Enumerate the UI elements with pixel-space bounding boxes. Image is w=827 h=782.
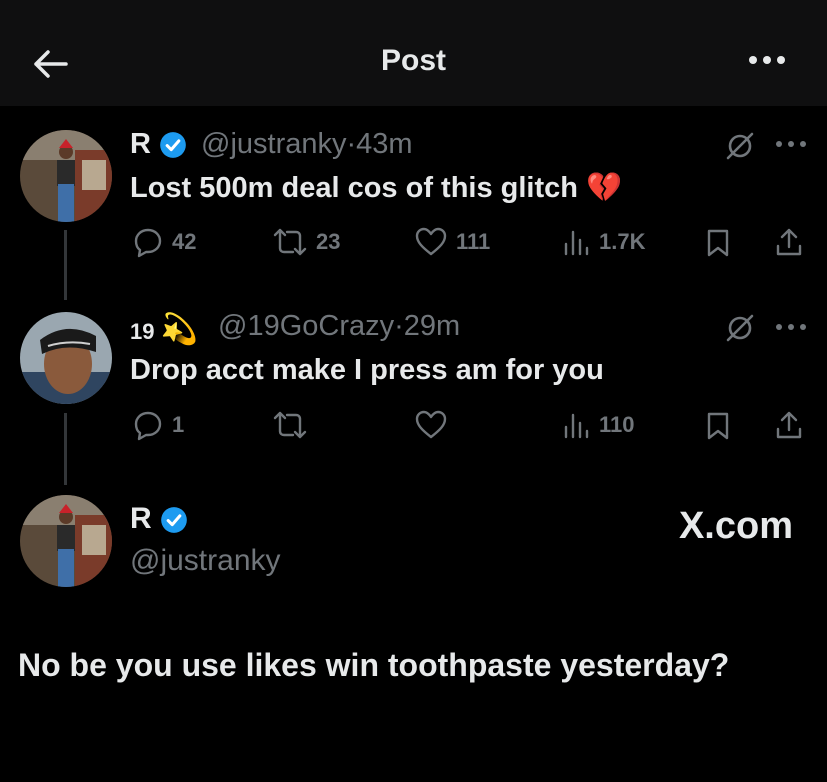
heart-icon <box>415 410 447 439</box>
grok-icon[interactable] <box>724 130 756 167</box>
reply-icon <box>134 228 162 258</box>
avatar[interactable] <box>20 495 112 587</box>
repost-count: 23 <box>316 229 341 254</box>
avatar[interactable] <box>20 312 112 404</box>
views-icon <box>564 413 589 439</box>
author-handle[interactable]: @justranky <box>201 128 346 160</box>
more-options-icon[interactable] <box>775 320 807 338</box>
like-count: 111 <box>456 229 491 254</box>
author-name[interactable]: R <box>130 128 187 161</box>
views-button[interactable]: 1.7K <box>563 226 645 258</box>
repost-icon <box>273 411 307 439</box>
reply-count: 1 <box>172 412 185 437</box>
author-handle[interactable]: @justranky <box>130 544 281 578</box>
broken-heart-emoji: 💔 <box>586 172 623 204</box>
post-text: No be you use likes win toothpaste yeste… <box>18 647 730 683</box>
share-icon[interactable] <box>773 226 805 263</box>
timestamp[interactable]: 29m <box>404 310 460 342</box>
views-button[interactable]: 110 <box>563 409 635 441</box>
thread-line <box>64 413 67 485</box>
avatar[interactable] <box>20 130 112 222</box>
author-handle-time: @justranky·43m <box>201 128 413 160</box>
more-options-icon[interactable] <box>747 50 787 75</box>
view-count: 1.7K <box>599 229 646 254</box>
reply-button[interactable]: 42 <box>132 226 196 258</box>
more-options-icon[interactable] <box>775 137 807 155</box>
like-button[interactable]: 111 <box>414 226 490 258</box>
grok-icon[interactable] <box>724 312 756 349</box>
heart-icon <box>415 227 447 256</box>
reply-icon <box>134 411 162 441</box>
repost-button[interactable] <box>272 409 308 441</box>
dizzy-emoji: 💫 <box>160 313 198 346</box>
author-name[interactable]: 19 💫 <box>130 312 198 347</box>
verified-badge-icon <box>160 132 186 159</box>
reply-count: 42 <box>172 229 197 254</box>
author-name[interactable]: R <box>130 502 188 536</box>
top-bar: Post <box>0 0 827 106</box>
timestamp[interactable]: 43m <box>356 128 412 160</box>
like-button[interactable] <box>414 409 448 441</box>
views-icon <box>564 230 589 256</box>
thread-line <box>64 230 67 300</box>
x-com-watermark: X.com <box>678 505 793 547</box>
view-count: 110 <box>599 412 635 437</box>
reply-button[interactable]: 1 <box>132 409 184 441</box>
bookmark-icon[interactable] <box>705 411 731 446</box>
verified-badge-icon <box>161 507 187 533</box>
page-title: Post <box>380 44 446 77</box>
repost-icon <box>273 228 307 256</box>
tweet-text: Drop acct make I press am for you <box>130 354 604 386</box>
tweet-text: Lost 500m deal cos of this glitch 💔 <box>130 172 623 204</box>
repost-button[interactable]: 23 <box>272 226 340 258</box>
bookmark-icon[interactable] <box>705 228 731 263</box>
author-handle[interactable]: @19GoCrazy <box>218 310 394 342</box>
author-handle-time: @19GoCrazy·29m <box>218 310 461 342</box>
share-icon[interactable] <box>773 409 805 446</box>
